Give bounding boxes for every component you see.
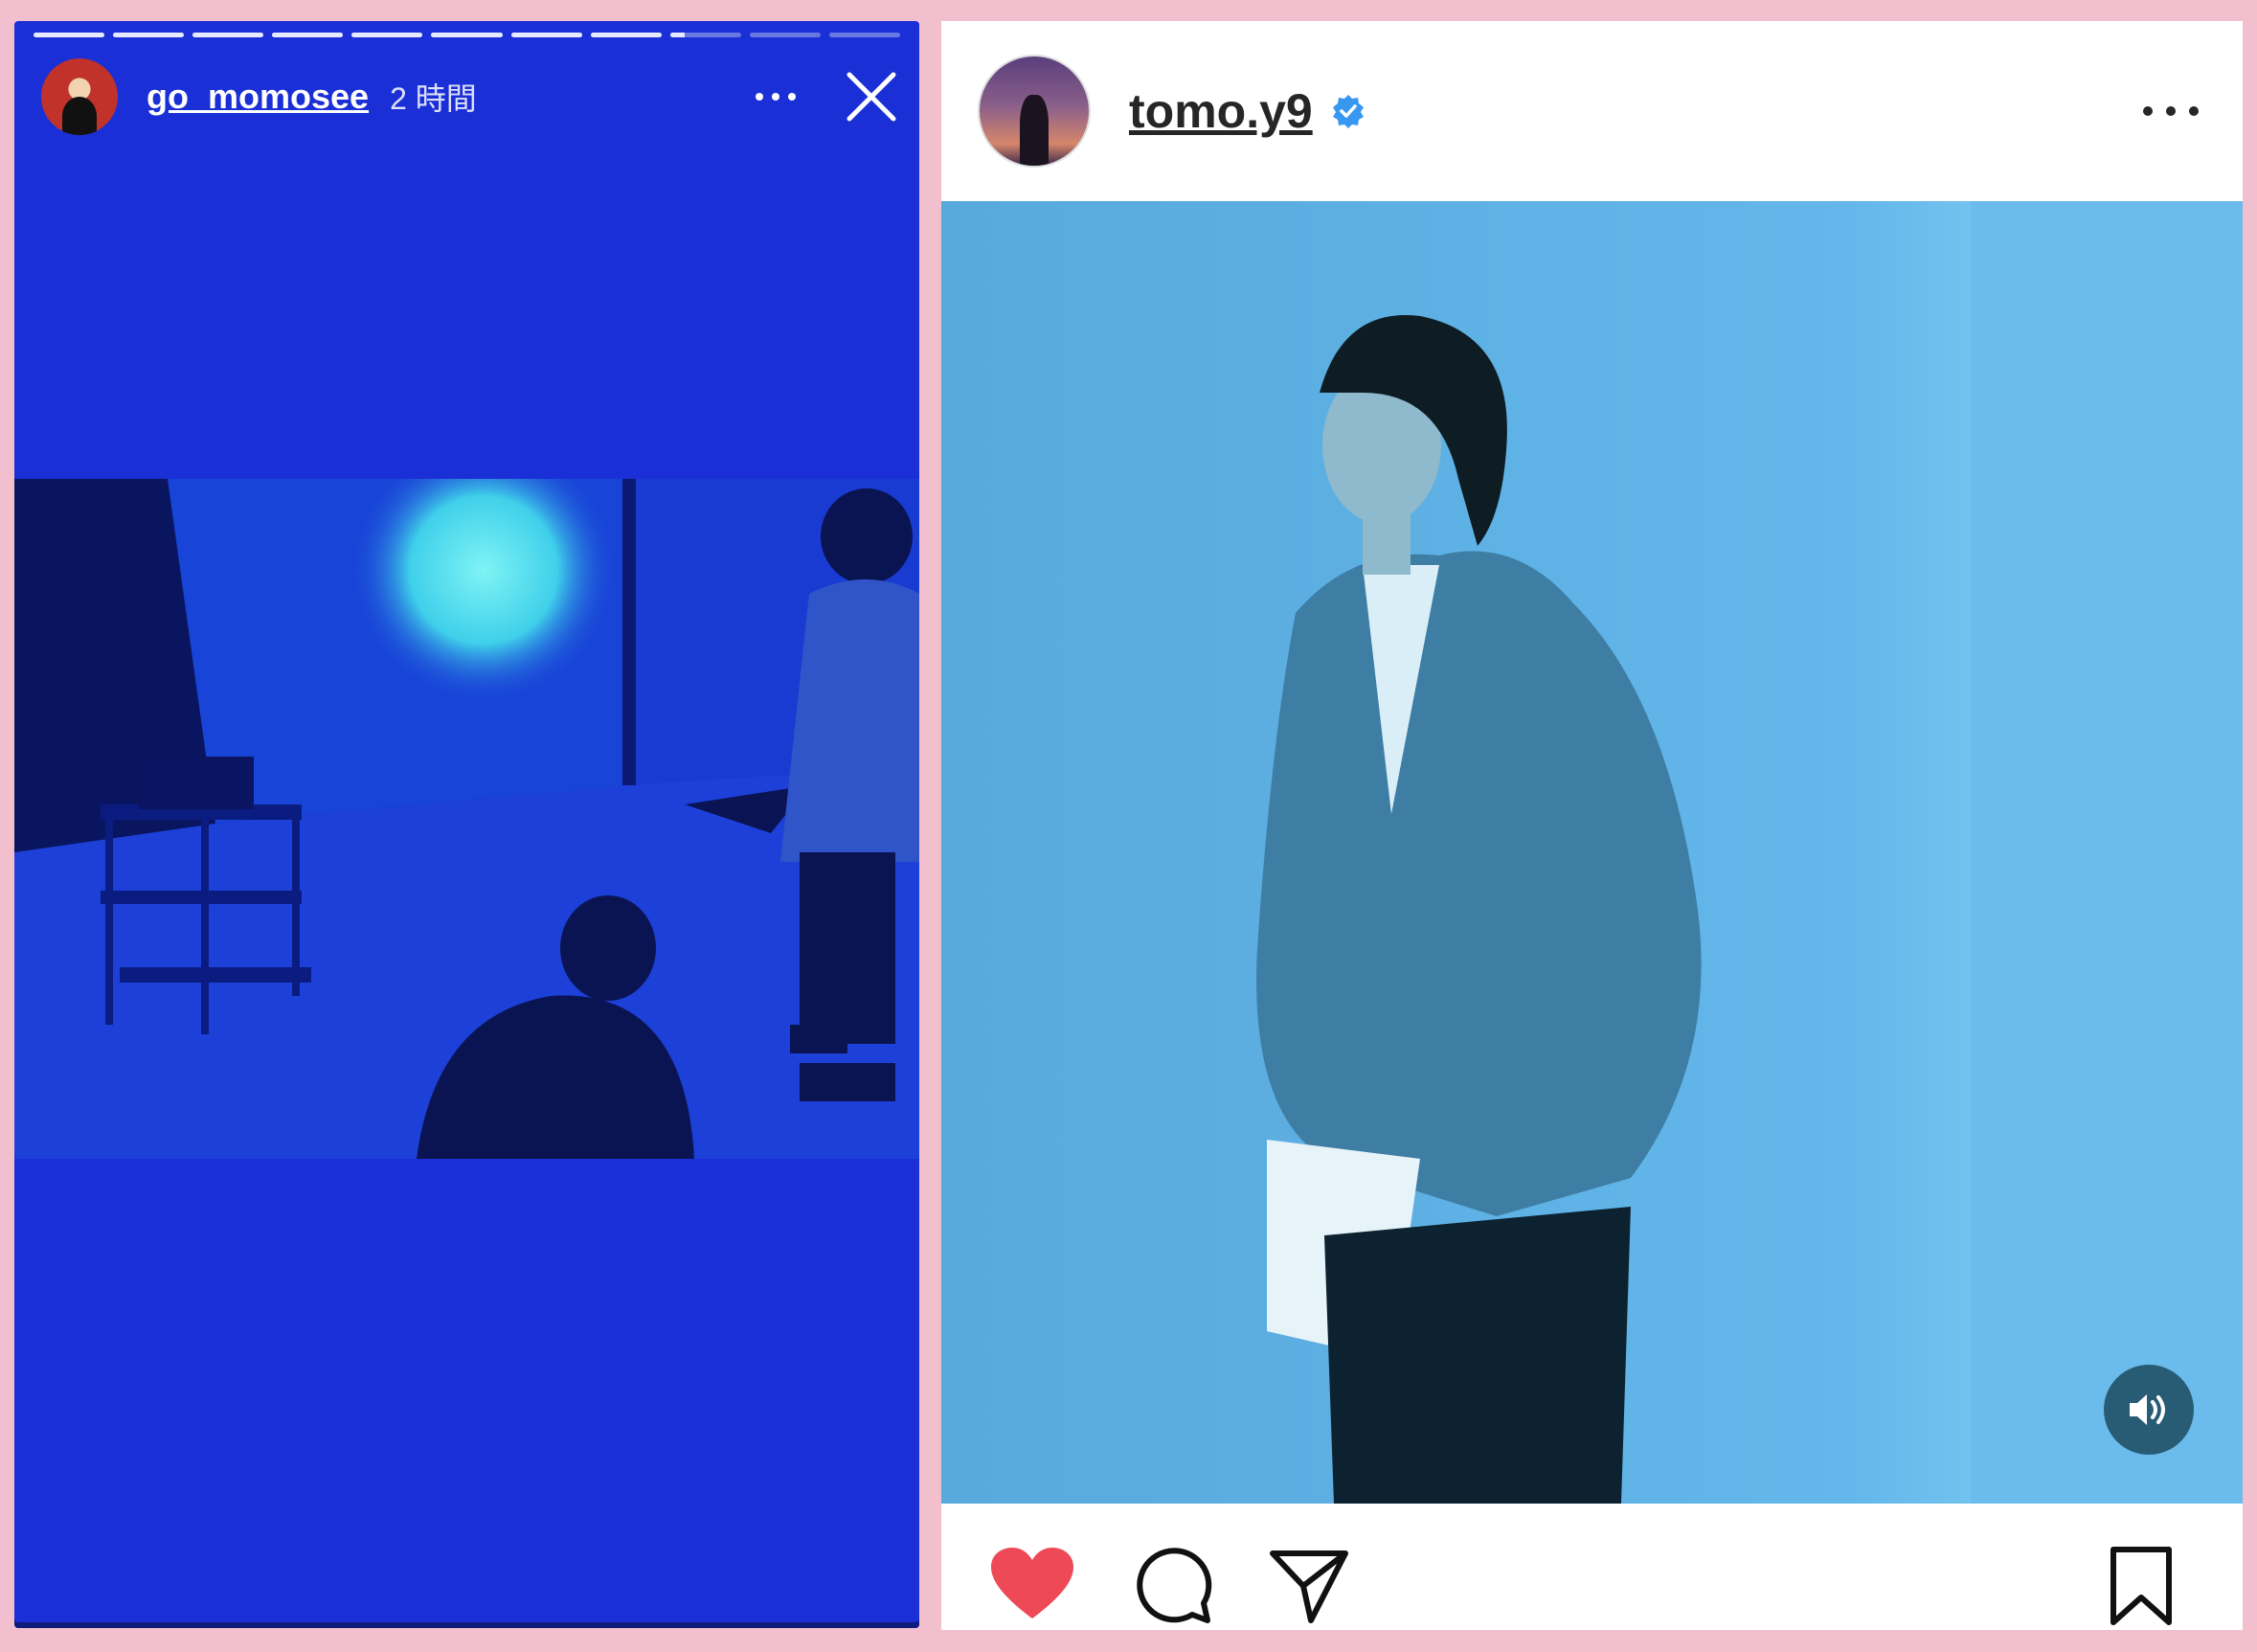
story-progress-fill [113,33,185,37]
story-timestamp: 2 時間 [390,81,477,116]
more-horizontal-icon[interactable] [747,78,804,116]
story-progress-segment [192,33,264,37]
story-progress-segment [749,33,821,37]
comment-icon[interactable] [1133,1546,1219,1630]
post-username[interactable]: tomo.y9 [1129,83,1313,139]
story-progress-segment [34,33,105,37]
story-progress-fill [272,33,344,37]
story-progress-fill [510,33,582,37]
sound-on-icon[interactable] [2104,1365,2194,1455]
story-viewer[interactable]: go_momosee 2 時間 [14,21,919,1628]
post-video[interactable] [941,201,2243,1504]
post-header: tomo.y9 [941,21,2243,201]
story-progress-segment [351,33,423,37]
story-progress-fill [590,33,662,37]
close-icon[interactable] [843,68,900,125]
story-progress-fill [192,33,264,37]
story-progress-fill [669,33,685,37]
more-horizontal-icon[interactable] [2137,92,2204,130]
story-progress-segment [590,33,662,37]
story-progress-segment [272,33,344,37]
story-progress-segment [510,33,582,37]
story-header: go_momosee 2 時間 [41,57,900,136]
story-progress-fill [431,33,503,37]
heart-filled-icon[interactable] [989,1546,1075,1630]
story-photo [14,479,919,1159]
story-progress-fill [34,33,105,37]
story-progress-segment [669,33,741,37]
post-actions-bar [941,1504,2243,1630]
story-progress-segment [431,33,503,37]
story-progress-fill [351,33,423,37]
story-progress-segment [828,33,901,37]
post-avatar[interactable] [978,55,1091,168]
feed-post: tomo.y9 [941,21,2243,1630]
story-progress-bar [34,33,901,37]
verified-badge-icon [1330,93,1366,129]
bookmark-icon[interactable] [2108,1546,2194,1630]
story-progress-segment [113,33,185,37]
story-username[interactable]: go_momosee [147,77,369,117]
send-icon[interactable] [1269,1546,1355,1630]
story-avatar[interactable] [41,58,118,135]
